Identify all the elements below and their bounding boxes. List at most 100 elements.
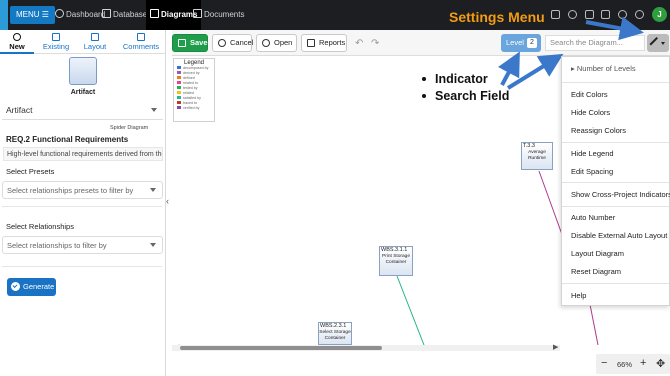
brand-stripe: [0, 0, 8, 30]
chat-icon[interactable]: [551, 10, 560, 19]
tab-new[interactable]: New: [0, 30, 34, 54]
legend-label: satisfied by: [183, 96, 201, 100]
menu-item-number-of-levels[interactable]: ▸ Number of Levels: [571, 64, 636, 73]
menu-separator: [562, 82, 669, 83]
legend[interactable]: Legend decomposed by derived by defined rel…: [173, 58, 215, 122]
relationships-select[interactable]: Select relationships to filter by: [2, 236, 163, 254]
gear-icon[interactable]: [635, 10, 644, 19]
artifact-thumbnail-label: Artifact: [70, 89, 96, 96]
legend-label: tested by: [183, 86, 198, 90]
menu-item-edit-colors[interactable]: Edit Colors: [571, 90, 608, 99]
menu-item-hide-colors[interactable]: Hide Colors: [571, 108, 610, 117]
menu-button[interactable]: MENU ☰: [10, 6, 55, 24]
legend-label: defined: [183, 76, 195, 80]
reports-button[interactable]: Reports: [301, 34, 347, 60]
legend-swatch: [177, 81, 181, 84]
level-indicator[interactable]: Level 2: [501, 34, 541, 52]
help-icon[interactable]: [618, 10, 627, 19]
legend-swatch: [177, 106, 181, 109]
scroll-right-icon[interactable]: ▶: [553, 343, 558, 351]
presets-label: Select Presets: [6, 167, 55, 176]
diagram-node[interactable]: T.3.3 Average Runtime: [521, 142, 553, 170]
top-nav: MENU ☰ Dashboard Database Diagrams Docum…: [0, 0, 670, 30]
legend-label: related to: [183, 81, 198, 85]
generate-button[interactable]: Generate: [7, 278, 56, 296]
node-name: Select Storage Container: [319, 330, 351, 341]
presets-select[interactable]: Select relationships presets to filter b…: [2, 181, 163, 199]
node-id: WBS.3.1.1: [381, 247, 408, 253]
diagram-node[interactable]: WBS.2.3.1 Select Storage Container: [318, 322, 352, 345]
zoom-out-icon[interactable]: −: [601, 357, 607, 369]
indicator-annotation: Indicator: [422, 72, 488, 86]
diagram-search-input[interactable]: Search the Diagram...: [545, 35, 645, 51]
bullet-icon: [422, 77, 426, 81]
menu-separator: [562, 206, 669, 207]
avatar[interactable]: J: [652, 7, 667, 22]
requirement-title: REQ.2 Functional Requirements: [6, 135, 129, 144]
chevron-down-icon: [661, 42, 665, 45]
legend-swatch: [177, 76, 181, 79]
legend-swatch: [177, 96, 181, 99]
bottom-bar: − 66% + ✥: [172, 351, 670, 376]
zoom-level: 66%: [617, 360, 633, 369]
move-icon[interactable]: ✥: [656, 357, 665, 370]
plus-circle-icon: [13, 33, 21, 41]
database-icon: [102, 9, 111, 18]
open-button[interactable]: Open: [256, 34, 297, 60]
node-id: WBS.2.3.1: [320, 323, 347, 329]
diagrams-icon: [150, 9, 159, 18]
legend-swatch: [177, 101, 181, 104]
chevron-down-icon: [150, 243, 156, 247]
legend-item: verified by: [174, 106, 214, 111]
share-icon[interactable]: [568, 10, 577, 19]
menu-item-cross-project-indicators[interactable]: Show Cross-Project Indicators: [571, 190, 670, 199]
legend-swatch: [177, 86, 181, 89]
chevron-down-icon: [150, 188, 156, 192]
menu-item-edit-spacing[interactable]: Edit Spacing: [571, 167, 613, 176]
cancel-button[interactable]: Cancel: [212, 34, 253, 52]
node-id: T.3.3: [523, 143, 535, 149]
menu-item-disable-external-auto-layout[interactable]: Disable External Auto Layout: [571, 231, 667, 240]
divider: [2, 206, 162, 207]
documents-icon: [193, 9, 202, 18]
menu-item-reset-diagram[interactable]: Reset Diagram: [571, 267, 621, 276]
save-button[interactable]: Save: [172, 34, 208, 52]
layout-icon: [91, 33, 99, 41]
wrench-icon: [649, 36, 662, 50]
legend-items: decomposed by derived by defined related to…: [174, 66, 214, 111]
search-field-annotation: Search Field: [422, 89, 509, 103]
level-count: 2: [527, 38, 537, 48]
settings-menu-button[interactable]: [647, 34, 669, 52]
zoom-in-icon[interactable]: +: [640, 357, 646, 369]
zoom-controls: − 66% + ✥: [596, 354, 670, 374]
tab-comments[interactable]: Comments: [120, 30, 162, 54]
tab-existing[interactable]: Existing: [38, 30, 74, 54]
menu-item-reassign-colors[interactable]: Reassign Colors: [571, 126, 626, 135]
diagram-type-label: Spider Diagram: [110, 125, 149, 131]
bell-icon[interactable]: [585, 10, 594, 19]
artifact-select[interactable]: Artifact: [2, 102, 163, 120]
file-icon[interactable]: [601, 10, 610, 19]
node-name: Average Runtime: [528, 150, 546, 161]
divider: [2, 266, 162, 267]
nav-dashboard[interactable]: Dashboard: [55, 0, 105, 30]
diagram-node[interactable]: WBS.3.1.1 Print Storage Container: [379, 246, 413, 276]
artifact-thumbnail[interactable]: [69, 57, 97, 85]
menu-item-help[interactable]: Help: [571, 291, 586, 300]
undo-icon[interactable]: ↶: [355, 38, 363, 49]
legend-label: traced to: [183, 101, 197, 105]
save-icon: [178, 39, 186, 47]
nav-database[interactable]: Database: [102, 0, 147, 30]
redo-icon[interactable]: ↷: [371, 38, 379, 49]
legend-swatch: [177, 66, 181, 69]
left-tabbar: New Existing Layout Comments: [0, 30, 166, 54]
relationships-label: Select Relationships: [6, 222, 74, 231]
menu-separator: [562, 182, 669, 183]
comment-icon: [137, 33, 145, 41]
menu-item-hide-legend[interactable]: Hide Legend: [571, 149, 614, 158]
scrollbar-thumb[interactable]: [180, 346, 382, 350]
menu-item-auto-number[interactable]: Auto Number: [571, 213, 615, 222]
menu-item-layout-diagram[interactable]: Layout Diagram: [571, 249, 624, 258]
nav-documents[interactable]: Documents: [193, 0, 244, 30]
tab-layout[interactable]: Layout: [80, 30, 110, 54]
